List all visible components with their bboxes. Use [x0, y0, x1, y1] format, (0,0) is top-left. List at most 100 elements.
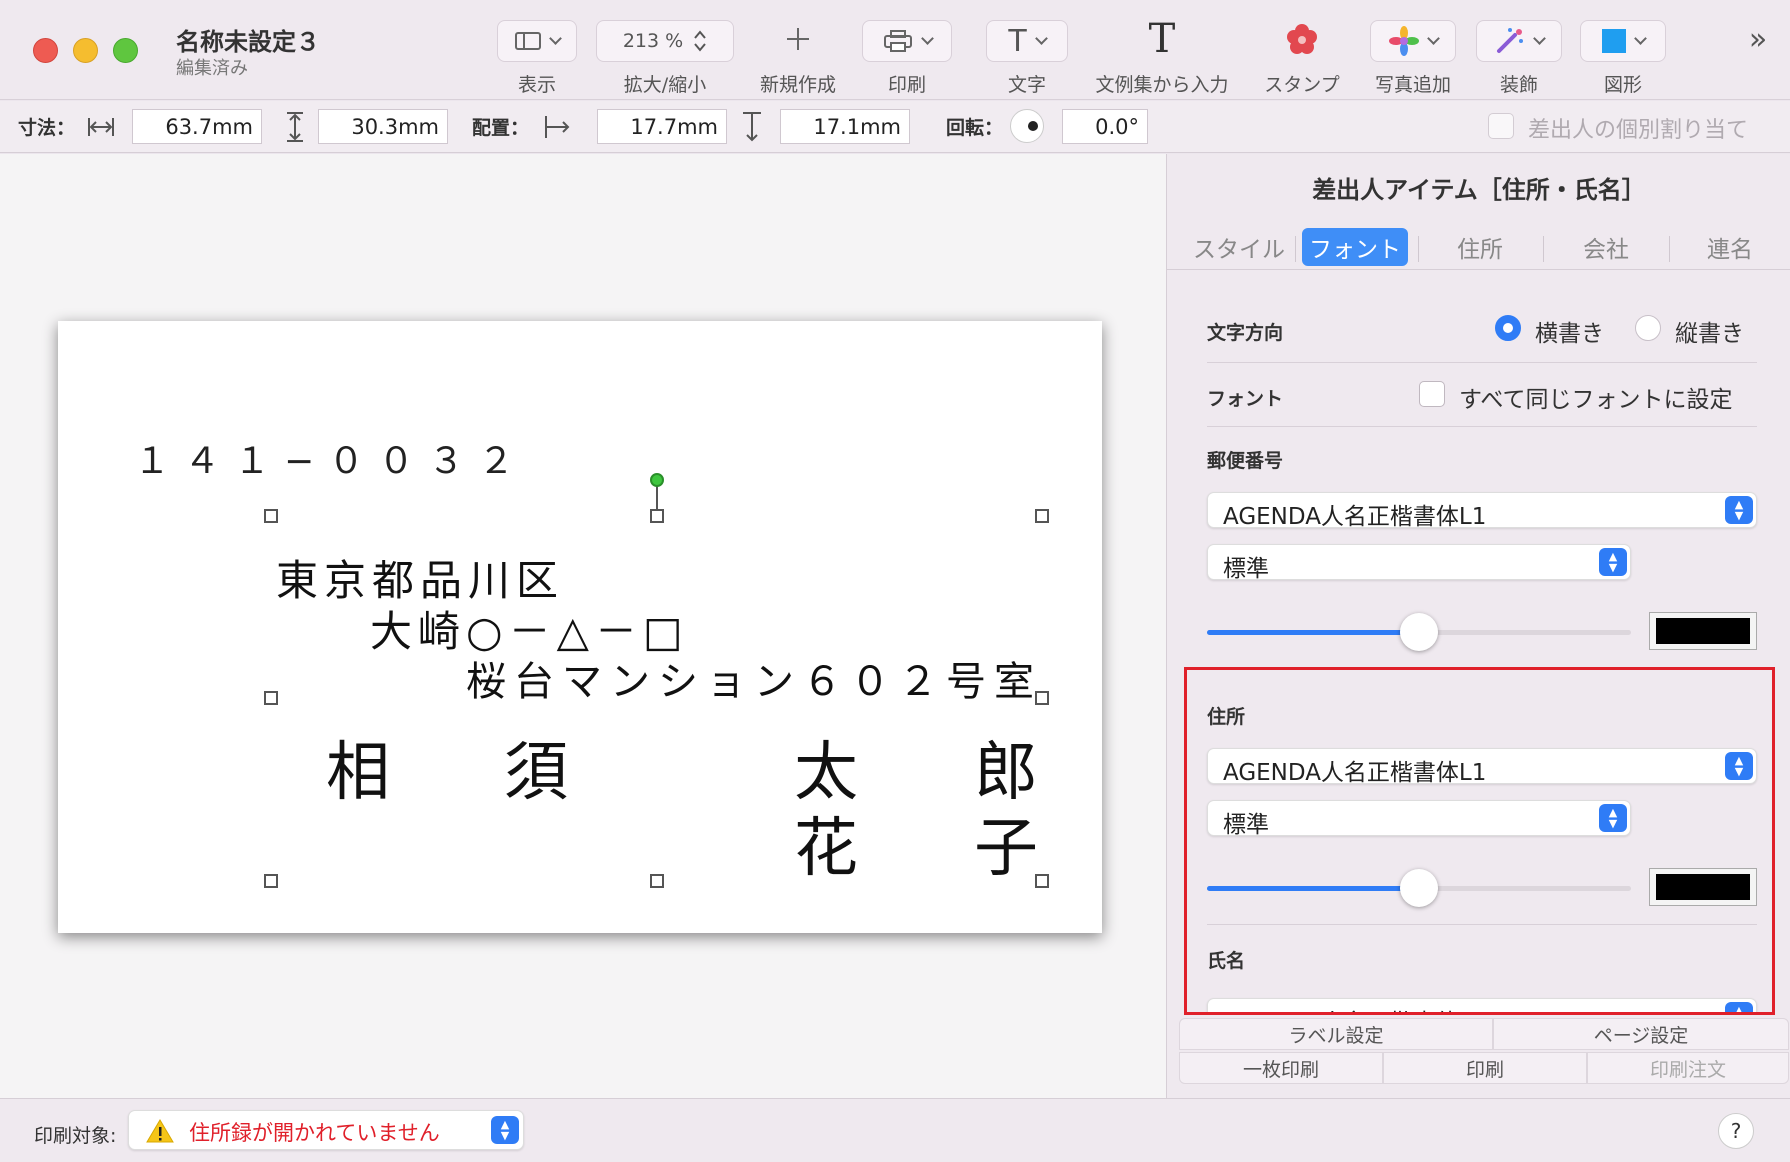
slider-knob[interactable]: [1400, 869, 1438, 907]
single-print-button[interactable]: 一枚印刷: [1179, 1052, 1383, 1084]
examples-button[interactable]: T: [1122, 16, 1202, 62]
address-style-select[interactable]: 標準 ▲ ▼: [1207, 800, 1631, 838]
new-button[interactable]: [758, 16, 838, 62]
resize-handle-top-right[interactable]: [1035, 509, 1049, 523]
tab-style[interactable]: スタイル: [1177, 228, 1301, 266]
postal-font-select[interactable]: AGENDA人名正楷書体L1 ▲ ▼: [1207, 492, 1757, 530]
individual-assign-checkbox[interactable]: [1488, 113, 1514, 139]
given-name-2-char-1: 花: [794, 812, 858, 886]
minimize-window-button[interactable]: [73, 38, 98, 63]
address-size-slider[interactable]: [1207, 869, 1631, 907]
rotation-knob[interactable]: [1010, 109, 1044, 143]
print-button[interactable]: 印刷: [1383, 1052, 1587, 1084]
rotation-knob-indicator: [1028, 121, 1038, 131]
help-button[interactable]: ?: [1718, 1113, 1754, 1149]
view-label: 表示: [517, 74, 556, 96]
view-button[interactable]: [497, 20, 577, 62]
plus-icon: [787, 28, 809, 50]
document-title: 名称未設定３: [176, 28, 320, 56]
postal-size-slider[interactable]: [1207, 613, 1631, 651]
inspector-panel: 差出人アイテム［住所・氏名］ スタイル フォント 住所 会社 連名 文字方向 横…: [1166, 154, 1790, 1098]
chevron-down-icon: [1034, 32, 1048, 45]
chevron-down-icon: [548, 32, 562, 45]
resize-handle-left[interactable]: [264, 691, 278, 705]
postal-font-value: AGENDA人名正楷書体L1: [1223, 504, 1487, 530]
divider: [1207, 924, 1757, 925]
x-position-field[interactable]: 17.7mm: [597, 109, 727, 144]
double-chevron-right-icon: »: [1748, 21, 1768, 57]
color-swatch: [1656, 874, 1750, 900]
rotation-handle[interactable]: [650, 473, 664, 487]
print-order-button[interactable]: 印刷注文: [1587, 1052, 1789, 1084]
zoom-value: 213 %: [622, 30, 684, 52]
rotation-field[interactable]: 0.0°: [1062, 109, 1148, 144]
toolbar-overflow-button[interactable]: »: [1738, 16, 1778, 62]
canvas-area[interactable]: １４１−００３２ 東京都品川区 大崎○－△－□ 桜台マンション６０２号室 相 須…: [0, 154, 1166, 1098]
same-font-checkbox[interactable]: [1419, 381, 1445, 407]
warning-icon: [146, 1119, 174, 1143]
zoom-window-button[interactable]: [113, 38, 138, 63]
print-toolbar-button[interactable]: [862, 20, 952, 62]
given-name-2-char-2: 子: [974, 812, 1038, 886]
vertical-radio[interactable]: [1635, 315, 1661, 341]
divider: [1207, 426, 1757, 427]
shape-button[interactable]: [1580, 20, 1666, 62]
flower-stamp-icon: [1287, 24, 1317, 54]
close-window-button[interactable]: [33, 38, 58, 63]
same-font-label: すべて同じフォントに設定: [1459, 387, 1733, 413]
resize-handle-right[interactable]: [1035, 691, 1049, 705]
vertical-label: 縦書き: [1675, 321, 1744, 347]
text-label: 文字: [1007, 74, 1046, 96]
address-color-well[interactable]: [1649, 868, 1757, 906]
up-down-chevron-icon: ▲▼: [1725, 752, 1753, 780]
height-field[interactable]: 30.3mm: [318, 109, 448, 144]
tab-font[interactable]: フォント: [1302, 228, 1408, 266]
label-settings-button[interactable]: ラベル設定: [1179, 1018, 1493, 1050]
resize-handle-bottom-right[interactable]: [1035, 874, 1049, 888]
name-font-select[interactable]: AGENDA人名正楷書体L1 ▲▼: [1207, 998, 1757, 1012]
postal-style-select[interactable]: 標準 ▲ ▼: [1207, 544, 1631, 582]
width-field[interactable]: 63.7mm: [132, 109, 262, 144]
zoom-stepper[interactable]: 213 %: [596, 20, 734, 62]
resize-handle-top-left[interactable]: [264, 509, 278, 523]
resize-handle-bottom-left[interactable]: [264, 874, 278, 888]
highlight-box: 住所 AGENDA人名正楷書体L1 ▲▼ 標準 ▲▼ 氏名 AGENDA人名正楷…: [1184, 667, 1775, 1015]
toolbar: 名称未設定３ 編集済み 表示 213 % 拡大/縮小 新規作成 印刷 T 文字 …: [0, 0, 1790, 100]
magic-wand-icon: [1496, 28, 1523, 53]
slider-knob[interactable]: [1400, 613, 1438, 651]
sidebar-icon: [514, 32, 541, 50]
postal-code-text: １４１−００３２: [134, 441, 529, 482]
resize-handle-bottom[interactable]: [650, 874, 664, 888]
family-name-char-2: 須: [504, 736, 568, 810]
examples-label: 文例集から入力: [1095, 74, 1229, 96]
postal-color-well[interactable]: [1649, 612, 1757, 650]
photo-button[interactable]: [1370, 20, 1456, 62]
horizontal-radio[interactable]: [1495, 315, 1521, 341]
address-font-value: AGENDA人名正楷書体L1: [1223, 760, 1487, 786]
resize-handle-top[interactable]: [650, 509, 664, 523]
decoration-button[interactable]: [1476, 20, 1562, 62]
inspector-tabs: スタイル フォント 住所 会社 連名: [1167, 226, 1790, 270]
chevron-down-icon: [1633, 32, 1647, 45]
rotation-label: 回転：: [946, 117, 1004, 139]
tab-address[interactable]: 住所: [1429, 228, 1531, 266]
stamp-label: スタンプ: [1264, 74, 1340, 96]
y-position-icon: [743, 112, 761, 142]
page-settings-button[interactable]: ページ設定: [1493, 1018, 1789, 1050]
postcard[interactable]: １４１−００３２ 東京都品川区 大崎○－△－□ 桜台マンション６０２号室 相 須…: [58, 321, 1102, 933]
up-down-chevron-icon: ▲▼: [1725, 1002, 1753, 1012]
stamp-button[interactable]: [1262, 16, 1342, 62]
address-font-select[interactable]: AGENDA人名正楷書体L1 ▲ ▼: [1207, 748, 1757, 786]
print-target-select[interactable]: 住所録が開かれていません ▲ ▼: [128, 1110, 524, 1150]
up-down-chevron-icon: ▲▼: [491, 1116, 519, 1144]
tab-joint-names[interactable]: 連名: [1679, 228, 1781, 266]
photos-icon: [1388, 26, 1419, 56]
tab-divider: [1543, 236, 1544, 262]
height-arrows-icon: [287, 112, 303, 142]
y-position-field[interactable]: 17.1mm: [780, 109, 910, 144]
x-position-icon: [545, 116, 570, 138]
photo-label: 写真追加: [1374, 74, 1451, 96]
postal-font-label: 郵便番号: [1207, 450, 1284, 472]
text-button[interactable]: T: [986, 20, 1068, 62]
tab-company[interactable]: 会社: [1555, 228, 1657, 266]
